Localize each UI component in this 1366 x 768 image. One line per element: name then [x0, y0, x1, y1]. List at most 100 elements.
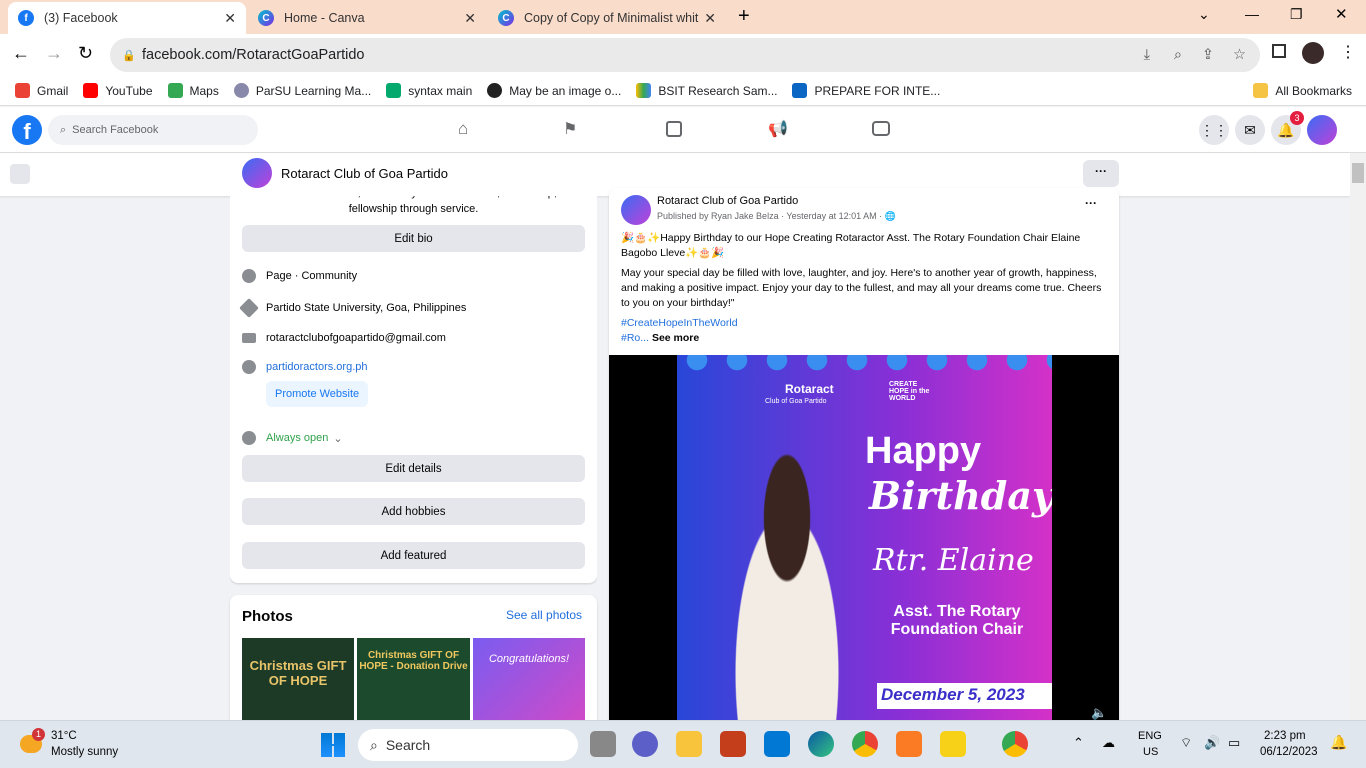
- birthday-text: Birthday: [869, 473, 1052, 518]
- chrome-profile-icon[interactable]: [1002, 731, 1028, 757]
- battery-icon[interactable]: ▭: [1228, 735, 1240, 751]
- tab-facebook[interactable]: f (3) Facebook ✕: [8, 2, 246, 34]
- hashtag-link[interactable]: #CreateHopeInTheWorld: [621, 317, 738, 329]
- photo-thumbnail[interactable]: Christmas GIFT OF HOPE: [242, 638, 354, 723]
- bio-text: fellowship through service.: [348, 203, 479, 215]
- account-avatar[interactable]: [1307, 115, 1337, 145]
- close-window-button[interactable]: ✕: [1335, 5, 1348, 23]
- meet-icon[interactable]: [632, 731, 658, 757]
- tab-title: Home - Canva: [284, 11, 365, 25]
- reload-icon[interactable]: ↻: [78, 43, 93, 64]
- tab-search-icon[interactable]: ⌄: [1198, 6, 1210, 23]
- volume-icon[interactable]: 🔊: [1204, 735, 1220, 751]
- menu-grid-icon[interactable]: ⋮⋮: [1199, 115, 1229, 145]
- close-tab-icon[interactable]: ✕: [704, 10, 716, 27]
- bookmark-maps[interactable]: Maps: [167, 83, 219, 98]
- home-icon[interactable]: ⌂: [458, 119, 468, 139]
- clock-date[interactable]: 06/12/2023: [1260, 746, 1318, 758]
- onedrive-icon[interactable]: ☁: [1102, 735, 1115, 751]
- post-card: Rotaract Club of Goa Partido Published b…: [609, 188, 1119, 728]
- vscode-icon[interactable]: [764, 731, 790, 757]
- slogan-logo-text: CREATE HOPE in the WORLD: [889, 381, 930, 402]
- post-options-button[interactable]: ···: [1085, 196, 1097, 210]
- scrollbar[interactable]: [1350, 153, 1366, 720]
- insights-icon[interactable]: [666, 121, 682, 137]
- tab-strip: f (3) Facebook ✕ C Home - Canva ✕ C Copy of C…: [0, 0, 1366, 34]
- tab-canva-home[interactable]: C Home - Canva ✕: [248, 2, 486, 34]
- back-icon[interactable]: ←: [12, 43, 30, 64]
- post-text: 🎉🎂✨Happy Birthday to our Hope Creating R…: [621, 232, 1081, 259]
- close-tab-icon[interactable]: ✕: [464, 10, 476, 27]
- bookmark-prepare[interactable]: PREPARE FOR INTE...: [792, 83, 940, 98]
- language-indicator[interactable]: ENG: [1138, 730, 1162, 742]
- windows-start-icon[interactable]: [321, 733, 345, 757]
- add-featured-button[interactable]: Add featured: [242, 542, 585, 569]
- ads-megaphone-icon[interactable]: 📢: [768, 119, 788, 139]
- xampp-icon[interactable]: [896, 731, 922, 757]
- bookmark-image[interactable]: May be an image o...: [487, 83, 621, 98]
- page-more-button[interactable]: ···: [1083, 160, 1119, 187]
- forward-icon[interactable]: →: [45, 43, 63, 64]
- file-explorer-icon[interactable]: [676, 731, 702, 757]
- chrome-icon[interactable]: [852, 731, 878, 757]
- language-region[interactable]: US: [1143, 746, 1158, 758]
- bookmark-youtube[interactable]: YouTube: [83, 83, 153, 98]
- page-avatar[interactable]: [242, 158, 272, 188]
- info-icon: [242, 269, 256, 283]
- zoom-icon[interactable]: ⌕: [1174, 47, 1182, 63]
- add-hobbies-button[interactable]: Add hobbies: [242, 498, 585, 525]
- hours-info[interactable]: Always open ⌄: [242, 431, 343, 445]
- role-text: Asst. The Rotary Foundation Chair: [890, 603, 1024, 638]
- notification-bell-icon[interactable]: 🔔: [1330, 734, 1347, 751]
- promote-website-button[interactable]: Promote Website: [266, 381, 369, 407]
- edit-bio-button[interactable]: Edit bio: [242, 225, 585, 252]
- new-tab-button[interactable]: +: [738, 5, 750, 28]
- search-input[interactable]: ⌕ Search Facebook: [48, 115, 258, 145]
- mute-icon[interactable]: 🔈: [1091, 705, 1107, 721]
- profile-avatar[interactable]: [1302, 42, 1324, 64]
- post-image[interactable]: Rotaract Club of Goa Partido CREATE HOPE…: [609, 355, 1119, 728]
- wifi-icon[interactable]: ⌔: [1180, 735, 1192, 751]
- side-panel-icon[interactable]: [1272, 44, 1286, 58]
- clock-time[interactable]: 2:23 pm: [1264, 730, 1306, 742]
- close-tab-icon[interactable]: ✕: [224, 10, 236, 27]
- facebook-logo[interactable]: f: [12, 115, 42, 145]
- weather-temp[interactable]: 31°C: [51, 730, 77, 742]
- sticky-notes-icon[interactable]: [940, 731, 966, 757]
- bookmark-bsit[interactable]: BSIT Research Sam...: [636, 83, 777, 98]
- messenger-icon[interactable]: ✉: [1235, 115, 1265, 145]
- sidebar-toggle-icon[interactable]: [10, 164, 30, 184]
- taskbar-search[interactable]: ⌕ Search: [358, 729, 578, 761]
- see-all-photos-link[interactable]: See all photos: [506, 608, 582, 622]
- powerpoint-icon[interactable]: [720, 731, 746, 757]
- location-icon: [239, 298, 259, 318]
- page-name[interactable]: Rotaract Club of Goa Partido: [281, 166, 448, 181]
- photo-thumbnail[interactable]: Congratulations!: [473, 638, 585, 723]
- share-icon[interactable]: ⇪: [1202, 47, 1214, 63]
- bookmark-star-icon[interactable]: ☆: [1233, 47, 1246, 63]
- photo-thumbnail[interactable]: Christmas GIFT OF HOPE - Donation Drive: [357, 638, 470, 723]
- edge-icon[interactable]: [808, 731, 834, 757]
- canva-icon: C: [258, 10, 274, 26]
- website-link[interactable]: partidoractors.org.ph: [242, 360, 368, 374]
- chevron-up-icon[interactable]: ⌃: [1073, 735, 1084, 751]
- minimize-button[interactable]: —: [1245, 6, 1259, 22]
- video-icon[interactable]: [872, 121, 890, 136]
- edit-details-button[interactable]: Edit details: [242, 455, 585, 482]
- post-author-avatar[interactable]: [621, 195, 651, 225]
- post-author[interactable]: Rotaract Club of Goa Partido: [657, 195, 798, 207]
- restore-button[interactable]: ❐: [1290, 6, 1303, 23]
- see-more-link[interactable]: See more: [652, 332, 699, 344]
- bookmark-parsu[interactable]: ParSU Learning Ma...: [233, 83, 371, 98]
- task-view-icon[interactable]: [590, 731, 616, 757]
- url-input[interactable]: 🔒 facebook.com/RotaractGoaPartido ⤓ ⌕ ⇪ ☆: [110, 38, 1260, 72]
- install-icon[interactable]: ⤓: [1144, 47, 1150, 63]
- tab-canva-copy[interactable]: C Copy of Copy of Minimalist whit ✕: [488, 2, 726, 34]
- pages-flag-icon[interactable]: ⚑: [563, 119, 577, 139]
- weather-desc[interactable]: Mostly sunny: [51, 746, 118, 758]
- bookmark-gmail[interactable]: Gmail: [15, 83, 68, 98]
- hashtag-link[interactable]: #Ro...: [621, 332, 649, 344]
- bookmark-syntax[interactable]: syntax main: [386, 83, 472, 98]
- all-bookmarks[interactable]: All Bookmarks: [1253, 83, 1352, 98]
- chrome-menu-icon[interactable]: ⋮: [1340, 42, 1356, 62]
